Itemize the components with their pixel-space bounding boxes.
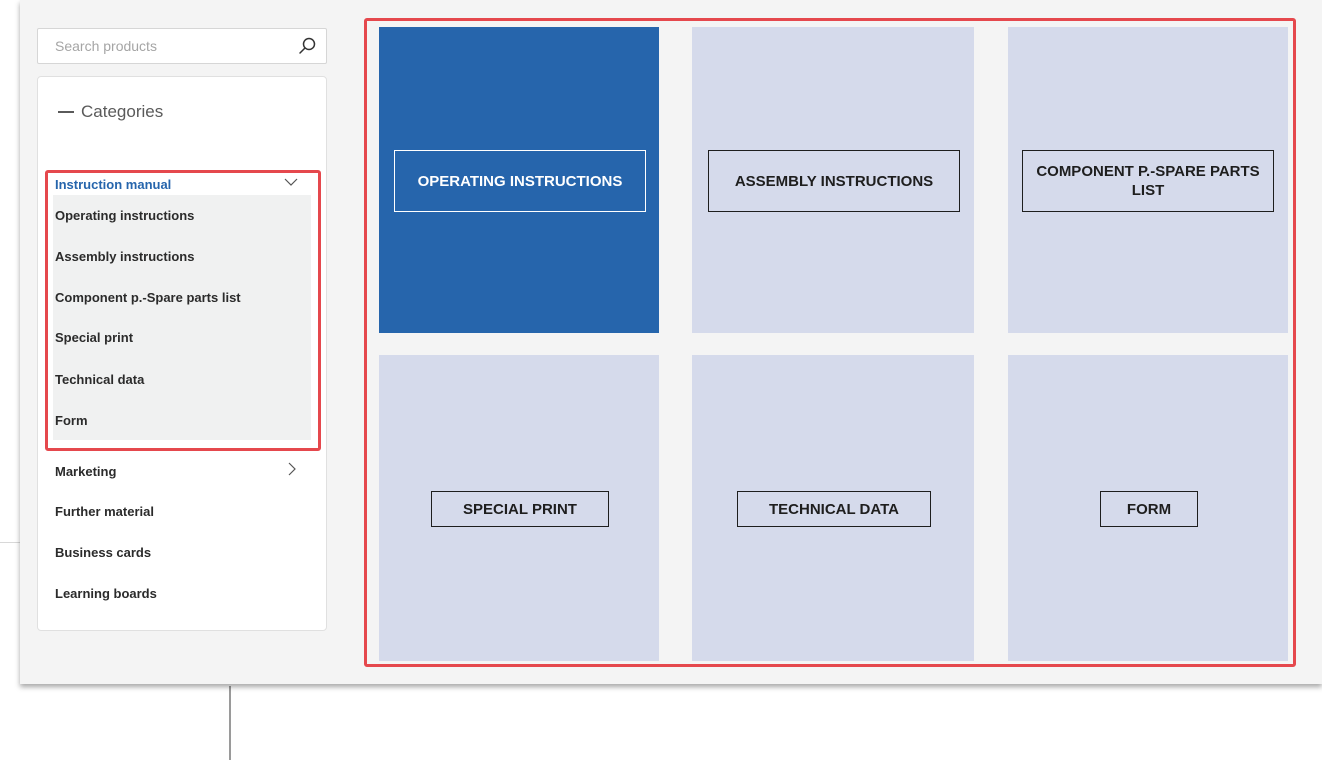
sidebar-item-marketing[interactable]: Marketing [55,464,116,479]
collapse-dash-icon [58,111,74,113]
sidebar-item-business-cards[interactable]: Business cards [55,545,151,560]
search-box [37,28,327,64]
categories-header[interactable]: Categories [58,102,163,122]
background-vertical-line [229,686,231,760]
search-icon[interactable] [296,35,318,57]
chevron-right-icon[interactable] [285,462,299,476]
highlight-box-tiles [364,18,1296,667]
highlight-box-submenu [45,170,321,451]
search-input[interactable] [38,29,295,63]
categories-title: Categories [81,102,164,121]
sidebar-item-further-material[interactable]: Further material [55,504,154,519]
sidebar-item-learning-boards[interactable]: Learning boards [55,586,157,601]
